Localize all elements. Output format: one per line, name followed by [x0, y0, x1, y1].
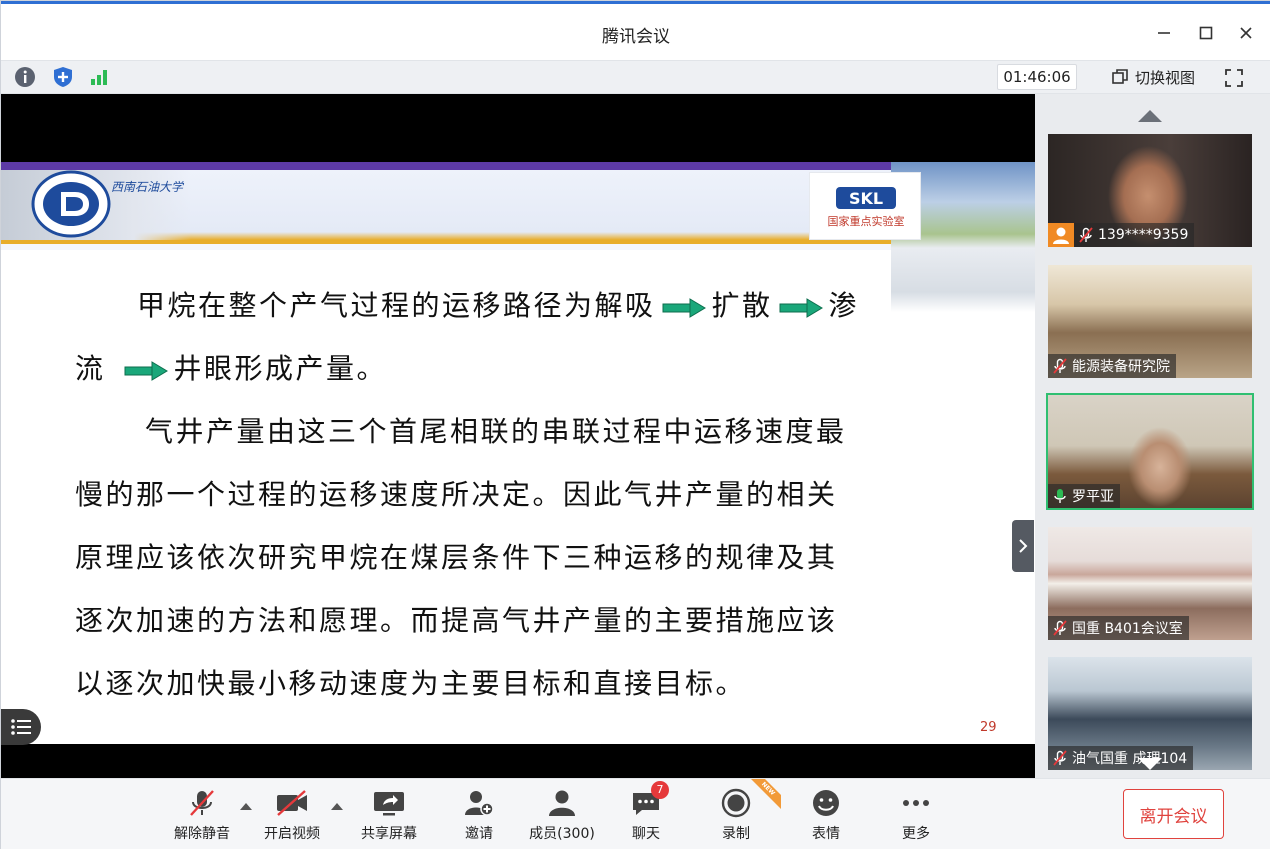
user-avatar-icon	[1048, 223, 1074, 247]
participant-tile-active-speaker[interactable]: 罗平亚	[1046, 393, 1254, 510]
lab-name: 国家重点实验室	[828, 214, 905, 228]
more-icon	[903, 800, 929, 806]
arrow-right-icon	[779, 297, 823, 318]
slide-page-number: 29	[980, 720, 997, 735]
unmute-button[interactable]: 解除静音	[162, 787, 242, 843]
sidebar-toggle-button[interactable]	[1012, 520, 1034, 572]
slide-menu-button[interactable]	[1, 709, 41, 745]
new-feature-badge: NEW	[751, 779, 781, 809]
slide-line-1: 甲烷在整个产气过程的运移路径为解吸 扩散渗	[137, 289, 860, 322]
reactions-label: 表情	[812, 826, 840, 842]
participant-label: 国重 B401会议室	[1048, 616, 1189, 640]
meeting-timer: 01:46:06	[997, 64, 1077, 90]
participant-tile[interactable]: 油气国重 成理104	[1046, 655, 1254, 772]
leave-meeting-button[interactable]: 离开会议	[1123, 789, 1224, 839]
shared-screen-area: 西南石油大学 SKL 国家重点实验室 甲烷在整个产气过程的运移路径为解吸 扩散渗 …	[1, 94, 1035, 778]
mic-muted-icon	[190, 790, 214, 816]
presentation-slide: 西南石油大学 SKL 国家重点实验室 甲烷在整个产气过程的运移路径为解吸 扩散渗 …	[1, 162, 1035, 744]
switch-view-icon	[1112, 69, 1128, 84]
mic-active-icon	[1054, 489, 1066, 503]
share-screen-icon	[374, 792, 404, 816]
shield-icon[interactable]	[51, 65, 75, 89]
arrow-right-icon	[662, 297, 706, 318]
chat-label: 聊天	[632, 826, 660, 842]
members-icon	[549, 790, 575, 816]
slide-line-4: 慢的那一个过程的运移速度所决定。因此气井产量的相关	[75, 478, 838, 511]
record-icon	[721, 788, 751, 818]
sidebar-expand-icon	[1019, 539, 1028, 553]
add-user-icon	[465, 791, 494, 816]
university-logo	[31, 170, 111, 238]
start-video-button[interactable]: 开启视频	[252, 787, 332, 843]
scroll-up-icon[interactable]	[1136, 108, 1164, 124]
participant-label: 罗平亚	[1048, 484, 1120, 508]
participant-label: 油气国重 成理104	[1048, 746, 1194, 770]
participant-label: 139****9359	[1048, 223, 1195, 247]
reactions-button[interactable]: 表情	[786, 787, 866, 843]
unmute-label: 解除静音	[174, 826, 230, 842]
participant-name: 国重 B401会议室	[1072, 621, 1183, 637]
arrow-right-icon	[124, 360, 168, 381]
lab-logo: SKL 国家重点实验室	[809, 172, 921, 240]
maximize-icon	[1199, 26, 1213, 40]
video-off-icon	[277, 790, 307, 816]
video-options-caret-icon[interactable]	[330, 801, 344, 811]
emoji-icon	[813, 790, 839, 816]
slide-line-5: 原理应该依次研究甲烷在煤层条件下三种运移的规律及其	[75, 541, 838, 574]
participant-tile[interactable]: 国重 B401会议室	[1046, 525, 1254, 642]
info-icon[interactable]	[13, 65, 37, 89]
meeting-window: 腾讯会议 01:46:06 切换视图 西南石油大学 SKL 国家重点实验室 甲烷…	[0, 0, 1270, 849]
fullscreen-icon[interactable]	[1221, 65, 1247, 91]
slide-line-6: 逐次加速的方法和愿理。而提高气井产量的主要措施应该	[75, 604, 838, 637]
audio-options-caret-icon[interactable]	[239, 801, 253, 811]
participant-video-panel: 139****9359 能源装备研究院 罗平亚 国重 B401会议室 油气国重 …	[1035, 94, 1270, 778]
meeting-toolbar: 01:46:06 切换视图	[1, 60, 1270, 94]
slide-line-2: 流井眼形成产量。	[75, 352, 388, 385]
window-title: 腾讯会议	[602, 27, 670, 47]
switch-view-label: 切换视图	[1134, 68, 1195, 87]
participant-label: 能源装备研究院	[1048, 354, 1176, 378]
scroll-down-icon[interactable]	[1136, 756, 1164, 772]
mic-muted-icon	[1053, 358, 1067, 374]
participant-name: 油气国重 成理104	[1072, 751, 1188, 767]
participant-tile[interactable]: 139****9359	[1046, 132, 1254, 249]
close-icon	[1240, 27, 1252, 39]
participant-name: 罗平亚	[1072, 489, 1114, 505]
list-icon	[11, 719, 31, 735]
university-name: 西南石油大学	[111, 180, 184, 194]
chat-unread-badge: 7	[651, 781, 669, 799]
signal-strength-icon[interactable]	[87, 65, 111, 89]
participant-name: 能源装备研究院	[1072, 359, 1170, 375]
lab-logo-text: SKL	[849, 189, 883, 208]
mic-muted-icon	[1079, 227, 1093, 243]
slide-line-3: 气井产量由这三个首尾相联的串联过程中运移速度最	[145, 415, 847, 448]
more-label: 更多	[902, 826, 930, 842]
participant-name: 139****9359	[1098, 227, 1189, 243]
mic-muted-icon	[1053, 750, 1067, 766]
invite-label: 邀请	[465, 826, 493, 842]
close-button[interactable]	[1233, 20, 1259, 46]
maximize-button[interactable]	[1193, 20, 1219, 46]
share-screen-button[interactable]: 共享屏幕	[349, 787, 429, 843]
minimize-button[interactable]	[1151, 20, 1177, 46]
chat-button[interactable]: 7 聊天	[606, 781, 686, 843]
start-video-label: 开启视频	[264, 826, 320, 842]
more-button[interactable]: 更多	[876, 787, 956, 843]
share-screen-label: 共享屏幕	[361, 826, 417, 842]
slide-body-text: 甲烷在整个产气过程的运移路径为解吸 扩散渗 流井眼形成产量。 气井产量由这三个首尾…	[75, 274, 955, 715]
members-button[interactable]: 成员(300)	[522, 787, 602, 843]
mic-muted-icon	[1053, 620, 1067, 636]
record-label: 录制	[722, 826, 750, 842]
invite-button[interactable]: 邀请	[439, 787, 519, 843]
meeting-control-bar: 解除静音 开启视频 共享屏幕 邀请 成员(300) 7 聊天 录制 NEW 表情…	[1, 778, 1270, 849]
minimize-icon	[1158, 32, 1170, 34]
participant-tile[interactable]: 能源装备研究院	[1046, 263, 1254, 380]
slide-line-7: 以逐次加快最小移动速度为主要目标和直接目标。	[75, 667, 747, 700]
switch-view-button[interactable]: 切换视图	[1099, 64, 1207, 90]
title-bar: 腾讯会议	[1, 4, 1270, 60]
members-label: 成员(300)	[529, 826, 595, 842]
